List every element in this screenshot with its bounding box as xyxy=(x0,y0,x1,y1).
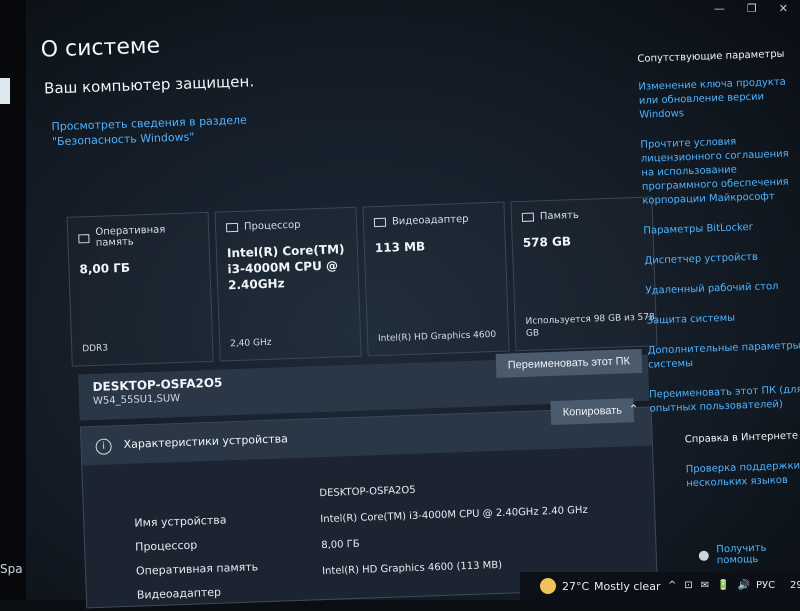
card-label: Процессор xyxy=(243,219,301,233)
storage-icon xyxy=(521,212,535,222)
card-value: 578 GB xyxy=(522,234,572,250)
help-icon xyxy=(698,550,709,561)
tray-chevron-icon[interactable]: ^ xyxy=(668,580,676,591)
card-foot: 2,40 GHz xyxy=(229,337,272,350)
tray-window-icon[interactable]: ⊡ xyxy=(684,580,692,591)
sidebar-marker xyxy=(0,78,10,104)
card-label: Оперативная память xyxy=(95,224,166,249)
related-link[interactable]: Удаленный рабочий стол xyxy=(645,279,800,299)
spec-values: DESKTOP-OSFA2O5 Intel(R) Core(TM) i3-400… xyxy=(319,472,590,585)
card-label: Видеоадаптер xyxy=(391,213,469,228)
card-foot: DDR3 xyxy=(82,343,109,355)
card-value: 8,00 ГБ xyxy=(79,260,131,277)
related-link[interactable]: Прочтите условия лицензионного соглашени… xyxy=(640,133,800,209)
clock[interactable]: 29 xyxy=(790,580,800,591)
web-help-link[interactable]: Проверка поддержки нескольких языков xyxy=(686,458,800,491)
get-help[interactable]: Получить помощь xyxy=(698,541,800,567)
left-edge-label: Spa xyxy=(0,562,23,576)
ram-icon xyxy=(78,233,90,243)
spec-cards: Оперативная память 8,00 ГБ DDR3 Процессо… xyxy=(66,196,658,367)
chevron-up-icon[interactable]: ⌃ xyxy=(628,402,639,416)
weather-temp[interactable]: 27°C xyxy=(562,580,589,593)
about-page: О системе Ваш компьютер защищен. Просмот… xyxy=(30,1,800,609)
card-storage: Память 578 GB Используется 98 GB из 578 … xyxy=(510,196,658,352)
protection-status: Ваш компьютер защищен. xyxy=(43,72,255,98)
system-tray: ^ ⊡ ✉ 🔋 🔊 xyxy=(668,580,750,591)
tray-mail-icon[interactable]: ✉ xyxy=(701,580,709,591)
related-link[interactable]: Переименовать этот ПК (для опытных польз… xyxy=(649,383,800,417)
related-link[interactable]: Дополнительные параметры системы xyxy=(647,339,800,373)
device-name: DESKTOP-OSFA2O5 xyxy=(92,375,223,395)
tray-battery-icon[interactable]: 🔋 xyxy=(717,580,729,591)
left-edge-panel: Spa xyxy=(0,0,26,600)
tray-volume-icon[interactable]: 🔊 xyxy=(738,580,750,591)
card-gpu: Видеоадаптер 113 MB Intel(R) HD Graphics… xyxy=(362,201,510,357)
language-indicator[interactable]: РУС xyxy=(756,580,775,591)
card-foot: Используется 98 GB из 578 GB xyxy=(525,312,655,339)
get-help-link[interactable]: Получить помощь xyxy=(716,541,800,567)
specs-title: Характеристики устройства xyxy=(123,432,289,451)
related-link[interactable]: Параметры BitLocker xyxy=(643,219,800,239)
related-link[interactable]: Диспетчер устройств xyxy=(644,249,800,269)
web-help-header: Справка в Интернете xyxy=(684,430,799,446)
card-value: Intel(R) Core(TM) i3-4000M CPU @ 2.40GHz xyxy=(226,242,345,293)
spec-labels: Имя устройства Процессор Оперативная пам… xyxy=(134,507,259,607)
card-value: 113 MB xyxy=(374,239,426,256)
related-link[interactable]: Изменение ключа продукта или обновление … xyxy=(638,75,799,123)
card-foot: Intel(R) HD Graphics 4600 xyxy=(377,329,497,345)
web-help: Справка в Интернете Проверка поддержки н… xyxy=(685,429,800,492)
card-cpu: Процессор Intel(R) Core(TM) i3-4000M CPU… xyxy=(214,206,362,362)
related-link[interactable]: Защита системы xyxy=(646,309,800,329)
device-subtitle: W54_55SU1,SUW xyxy=(92,392,181,408)
security-link[interactable]: Просмотреть сведения в разделе "Безопасн… xyxy=(51,110,332,150)
screen: Spa — ❐ ✕ О системе Ваш компьютер защище… xyxy=(0,0,800,609)
card-ram: Оперативная память 8,00 ГБ DDR3 xyxy=(66,211,214,367)
weather-desc[interactable]: Mostly clear xyxy=(594,580,660,593)
spec-label: Оперативная память xyxy=(135,560,259,578)
related-header: Сопутствующие параметры xyxy=(637,48,785,65)
taskbar: 27°C Mostly clear ^ ⊡ ✉ 🔋 🔊 РУС 29 xyxy=(520,572,800,600)
rename-pc-button[interactable]: Переименовать этот ПК xyxy=(495,348,643,378)
info-icon: i xyxy=(95,438,112,455)
related-settings: Сопутствующие параметры Изменение ключа … xyxy=(637,47,800,432)
page-title: О системе xyxy=(40,33,161,63)
cpu-icon xyxy=(225,222,239,233)
weather-icon[interactable] xyxy=(540,578,556,594)
spec-label: Видеоадаптер xyxy=(136,585,222,602)
card-label: Память xyxy=(539,209,580,223)
copy-button[interactable]: Копировать xyxy=(550,398,635,426)
gpu-icon xyxy=(373,217,387,228)
